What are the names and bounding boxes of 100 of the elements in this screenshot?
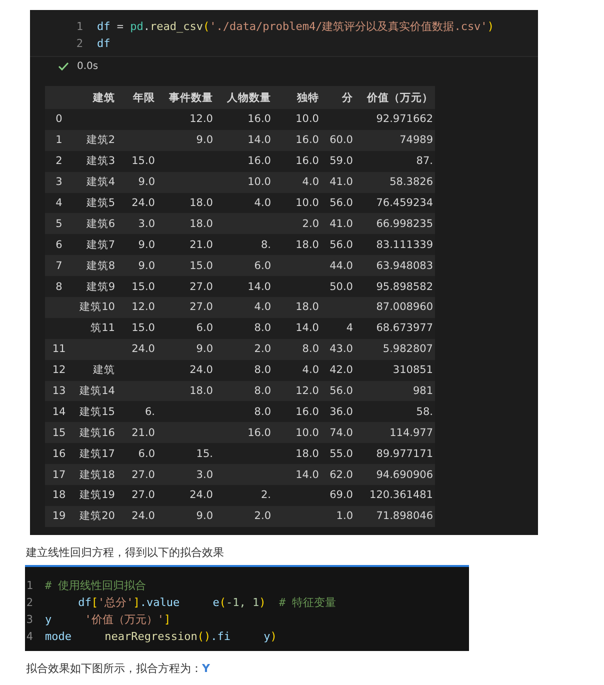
code-line: df['总分'].value e(-1, 1) # 特征变量 [77, 594, 336, 611]
table-cell-text: 8.0 [253, 322, 272, 334]
table-cell-text: 9.0 [195, 134, 214, 146]
table-cell-text: 建筑9 [85, 280, 116, 294]
table-cell-text: 15. [195, 448, 214, 460]
column-header: 事件数量 [168, 90, 214, 104]
table-cell-text: 8.0 [253, 406, 272, 418]
table-cell-text: 9.0 [137, 176, 156, 188]
table-cell-text: 62.0 [328, 468, 354, 481]
column-header: 人物数量 [226, 90, 272, 104]
table-cell-text: 建筑7 [85, 238, 116, 252]
check-icon [58, 62, 69, 71]
column-header: 分 [340, 90, 354, 104]
table-cell-text: 16.0 [294, 155, 320, 168]
table-cell-text: 9.0 [137, 260, 156, 272]
table-cell-text: 94.690906 [375, 468, 434, 481]
table-cell-text: 6. [144, 406, 156, 418]
code-line: # 使用线性回归拟合 [45, 578, 146, 594]
table-cell-text: 18.0 [294, 238, 320, 251]
code-line: y '价值（万元）'] [45, 612, 171, 628]
table-cell-text: 18.0 [188, 218, 214, 230]
column-header: 年限 [132, 90, 156, 104]
table-cell-text: 建筑3 [85, 154, 116, 168]
table-cell-text: 2.0 [301, 218, 320, 230]
table-cell-text: 9.0 [195, 343, 214, 356]
table-cell-text: 10.0 [294, 113, 320, 126]
table-cell-text: 44.0 [328, 260, 354, 272]
row-index: 13 [51, 385, 67, 398]
row-index: 5 [54, 218, 64, 230]
table-cell-text: 9.0 [137, 238, 156, 251]
table-cell-text: 5.982807 [382, 343, 434, 356]
row-index: 16 [51, 448, 67, 460]
table-cell-text: 16.0 [246, 113, 272, 126]
table-cell-text: 21.0 [188, 238, 214, 251]
table-cell-text: 16.0 [294, 406, 320, 418]
table-cell-text: 71.898046 [375, 510, 434, 522]
row-index: 18 [51, 489, 67, 502]
table-cell-text: 58. [415, 406, 434, 418]
row-index: 14 [51, 406, 67, 418]
table-cell-text: 4.0 [301, 364, 320, 376]
row-index: 12 [51, 364, 67, 376]
table-cell-text: 74.0 [328, 426, 354, 439]
table-cell-text: 建筑8 [85, 258, 116, 273]
line-number: 1 [75, 19, 83, 35]
table-cell-text: 建筑10 [78, 300, 116, 314]
table-cell-text: 18.0 [188, 385, 214, 398]
table-cell-text: 18.0 [294, 448, 320, 460]
table-cell-text: 981 [412, 385, 434, 398]
table-cell-text: 4.0 [301, 176, 320, 188]
table-cell-text: 68.673977 [375, 322, 434, 334]
table-cell-text: 6.0 [253, 260, 272, 272]
table-cell-text: 18.0 [188, 197, 214, 209]
table-cell-text: 8.0 [253, 364, 272, 376]
table-cell-text: 74989 [398, 134, 434, 146]
execution-time: 0.0s [77, 61, 98, 72]
table-cell-text: 1.0 [335, 510, 354, 522]
table-cell-text: 8. [260, 238, 272, 251]
table-cell-text: 15.0 [130, 280, 156, 293]
table-cell-text: 12.0 [188, 113, 214, 126]
table-cell-text: 6.0 [195, 322, 214, 334]
table-cell-text: 6.0 [137, 448, 156, 460]
line-number: 3 [25, 612, 33, 628]
row-index: 15 [51, 426, 67, 439]
table-cell-text: 4.0 [253, 301, 272, 314]
table-cell-text: 87. [415, 155, 434, 168]
row-index: 1 [54, 134, 64, 146]
table-cell-text: 56.0 [328, 238, 354, 251]
table-cell-text: 310851 [392, 364, 434, 376]
table-cell-text: 63.948083 [375, 260, 434, 272]
table-cell-text: 24.0 [188, 489, 214, 502]
table-cell-text: 建筑 [92, 363, 116, 378]
table-cell-text: 15.0 [188, 260, 214, 272]
table-cell-text: 18.0 [294, 301, 320, 314]
table-cell-text: 24.0 [188, 364, 214, 376]
table-cell-text: 76.459234 [375, 197, 434, 209]
table-cell-text: 14.0 [294, 468, 320, 481]
table-cell-text: 50.0 [328, 280, 354, 293]
table-cell-text: 2.0 [253, 343, 272, 356]
row-index: 4 [54, 197, 64, 209]
table-cell-text: 14.0 [246, 134, 272, 146]
table-cell-text: 27.0 [130, 468, 156, 481]
table-cell-text: 10.0 [246, 176, 272, 188]
table-cell-text: 83.111339 [375, 238, 434, 251]
table-cell-text: 16.0 [246, 426, 272, 439]
code-line: df [97, 36, 110, 52]
row-index: 19 [51, 510, 67, 522]
row-index: 2 [54, 155, 64, 168]
table-cell-text: 56.0 [328, 197, 354, 209]
table-cell-text: 16.0 [294, 134, 320, 146]
code-line: df = pd.read_csv('./data/problem4/建筑评分以及真实价值数据.csv') [97, 19, 494, 35]
line-number: 1 [25, 578, 33, 594]
table-cell-text: 4.0 [253, 197, 272, 209]
table-cell-text: 14.0 [246, 280, 272, 293]
table-cell-text: 10.0 [294, 426, 320, 439]
table-cell-text: 58.3826 [388, 176, 434, 188]
table-cell-text: 建筑16 [78, 426, 116, 440]
table-cell-text: 建筑5 [85, 196, 116, 210]
table-cell-text: 89.977171 [375, 448, 434, 460]
table-cell-text: 15.0 [130, 322, 156, 334]
table-cell-text: 8.0 [253, 385, 272, 398]
